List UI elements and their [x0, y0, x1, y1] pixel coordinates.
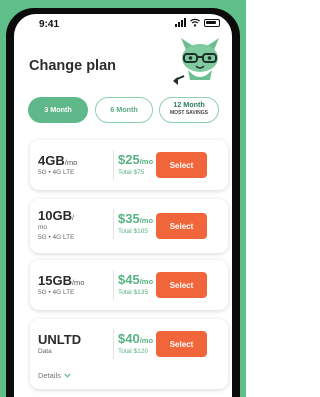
plan-network: 5G • 4G LTE	[38, 169, 75, 176]
card-divider	[113, 150, 114, 180]
plan-price-value: $40	[118, 331, 140, 346]
plan-price-value: $45	[118, 272, 140, 287]
plan-total: Total $105	[118, 228, 148, 235]
app-screen: 9:41 Change plan 3 Month 6 Month 12 Mont…	[14, 14, 232, 397]
plan-network: 5G • 4G LTE	[38, 289, 75, 296]
plan-size-value: UNLTD	[38, 332, 82, 347]
plan-price: $25/mo	[118, 152, 153, 167]
select-button-15gb[interactable]: Select	[156, 272, 207, 298]
plan-size: 4GB/mo	[38, 153, 77, 168]
tab-12-month-label: 12 Month	[173, 100, 205, 109]
wifi-icon	[190, 18, 200, 27]
plan-network: Data	[38, 348, 52, 355]
plan-price-unit: /mo	[139, 277, 154, 286]
plan-size-unit: /mo	[64, 158, 78, 167]
mint-fox-mascot-icon	[173, 38, 219, 85]
plan-price-unit: /mo	[139, 336, 154, 345]
plan-size-unit: /	[71, 213, 75, 222]
plan-card-4gb: 4GB/mo 5G • 4G LTE $25/mo Total $75 Sele…	[30, 140, 228, 190]
status-icons	[175, 18, 220, 27]
plan-price-unit: /mo	[139, 157, 154, 166]
plan-price: $40/mo	[118, 331, 153, 346]
plan-price-value: $25	[118, 152, 140, 167]
card-divider	[113, 270, 114, 300]
plan-price: $35/mo	[118, 211, 153, 226]
select-button-unlimited[interactable]: Select	[156, 331, 207, 357]
cellular-signal-icon	[175, 18, 186, 27]
plan-size: UNLTD	[38, 332, 81, 347]
tab-12-month[interactable]: 12 Month MOST SAVINGS	[159, 97, 219, 123]
plan-total: Total $75	[118, 169, 145, 176]
plan-size: 10GB/	[38, 208, 74, 223]
tab-3-month[interactable]: 3 Month	[28, 97, 88, 123]
most-savings-badge: MOST SAVINGS	[170, 110, 208, 116]
plan-card-15gb: 15GB/mo 5G • 4G LTE $45/mo Total $135 Se…	[30, 260, 228, 310]
plan-price: $45/mo	[118, 272, 153, 287]
plan-total: Total $120	[118, 348, 148, 355]
chevron-down-icon	[64, 373, 71, 378]
plan-size-value: 4GB	[38, 153, 65, 168]
plan-size-unit: /mo	[71, 278, 85, 287]
select-button-10gb[interactable]: Select	[156, 213, 207, 239]
plan-price-unit: /mo	[139, 216, 154, 225]
card-divider	[113, 329, 114, 359]
plan-price-value: $35	[118, 211, 140, 226]
plan-size: 15GB/mo	[38, 273, 84, 288]
term-tabs: 3 Month 6 Month 12 Month MOST SAVINGS	[28, 97, 228, 125]
plan-size-unit-line2: mo	[38, 224, 48, 231]
battery-icon	[204, 18, 220, 27]
plan-total: Total $135	[118, 289, 148, 296]
plan-card-unlimited: UNLTD Data $40/mo Total $120 Select Deta…	[30, 319, 228, 389]
status-bar: 9:41	[14, 14, 232, 34]
status-time: 9:41	[39, 19, 60, 30]
page-title: Change plan	[29, 58, 117, 74]
plan-network: 5G • 4G LTE	[38, 234, 75, 241]
plan-size-value: 15GB	[38, 273, 72, 288]
plan-card-10gb: 10GB/ mo 5G • 4G LTE $35/mo Total $105 S…	[30, 199, 228, 253]
card-divider	[113, 209, 114, 239]
tab-6-month[interactable]: 6 Month	[95, 97, 153, 123]
details-toggle[interactable]: Details	[38, 371, 71, 380]
plan-size-value: 10GB	[38, 208, 72, 223]
details-label: Details	[38, 371, 61, 380]
select-button-4gb[interactable]: Select	[156, 152, 207, 178]
